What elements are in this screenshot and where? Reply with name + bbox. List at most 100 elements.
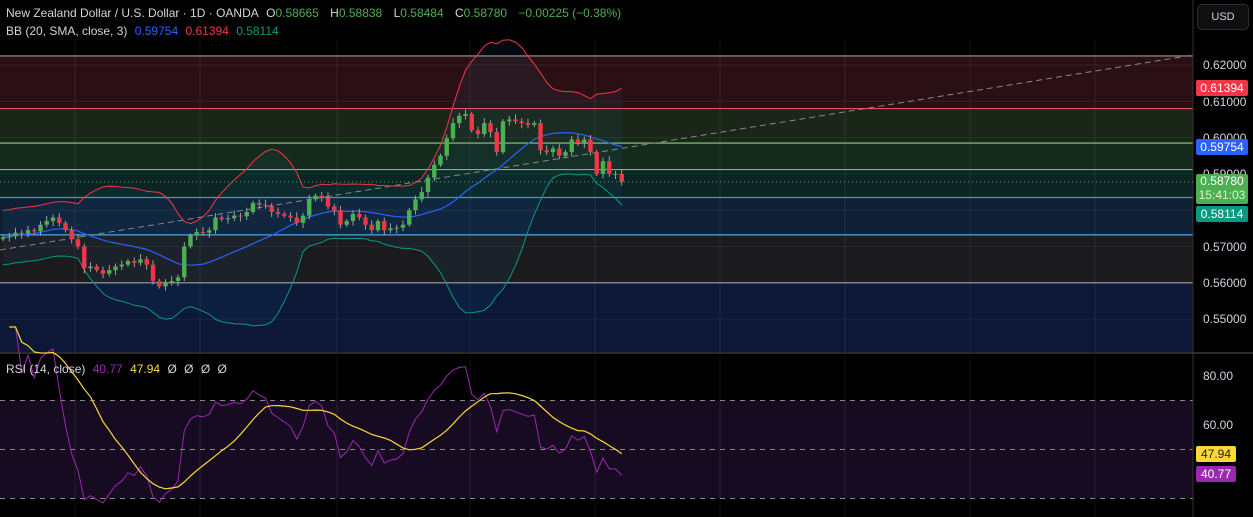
close-label: C	[455, 6, 464, 20]
bb-basis-badge: 0.59754	[1196, 139, 1248, 155]
candle-body	[63, 222, 68, 231]
candle-body	[482, 123, 487, 134]
candle-body	[32, 230, 37, 232]
candle-body	[619, 173, 624, 182]
candle-body	[357, 213, 362, 218]
candle-body	[225, 218, 231, 220]
candle-body	[94, 266, 99, 271]
candle-body	[57, 217, 62, 223]
candle-body	[19, 232, 24, 234]
candle-body	[400, 224, 406, 228]
candle-body	[38, 224, 43, 232]
candle-body	[382, 221, 387, 231]
candle-body	[0, 237, 6, 240]
candle-body	[169, 280, 174, 283]
candle-body	[438, 155, 443, 165]
candle-body	[163, 282, 168, 287]
low-value: L0.58484	[394, 6, 448, 20]
candle-body	[457, 115, 462, 124]
high-value: H0.58838	[330, 6, 386, 20]
candle-body	[350, 213, 356, 222]
candle-body	[150, 264, 156, 281]
rsi-extra: Ø	[167, 362, 177, 376]
candle-body	[88, 266, 93, 269]
candle-body	[538, 123, 543, 151]
candle-body	[188, 235, 193, 247]
candle-body	[344, 221, 349, 225]
candle-body	[307, 199, 312, 216]
candle-body	[494, 132, 499, 153]
candle-body	[500, 121, 506, 153]
rsi-label: RSI (14, close)	[6, 362, 86, 376]
bb-lower-badge: 0.58114	[1196, 206, 1248, 222]
symbol-title: New Zealand Dollar / U.S. Dollar · 1D · …	[6, 6, 259, 20]
candle-body	[432, 164, 437, 178]
bb-legend[interactable]: BB (20, SMA, close, 3) 0.59754 0.61394 0…	[6, 24, 283, 38]
candle-body	[413, 199, 418, 211]
candle-body	[594, 152, 599, 174]
candle-body	[550, 148, 556, 153]
chart-canvas[interactable]	[0, 0, 1253, 517]
high-number: 0.58838	[338, 6, 383, 20]
candle-body	[450, 123, 456, 139]
candle-body	[238, 215, 243, 217]
last-price: 0.58780	[1200, 174, 1244, 188]
candle-body	[563, 152, 568, 156]
candle-body	[44, 221, 49, 225]
candle-body	[282, 213, 287, 216]
candle-body	[144, 259, 149, 265]
rsi-badge: 40.77	[1196, 466, 1236, 482]
price-tick: 0.61000	[1203, 95, 1247, 109]
rsi-extra: Ø	[217, 362, 227, 376]
candle-body	[319, 195, 324, 198]
rsi-extra: Ø	[184, 362, 194, 376]
candle-body	[269, 205, 274, 213]
candle-body	[425, 177, 431, 193]
bb-lower: 0.58114	[236, 24, 279, 38]
open-number: 0.58665	[275, 6, 319, 20]
candle-body	[469, 114, 474, 131]
rsi-legend[interactable]: RSI (14, close) 40.77 47.94 Ø Ø Ø Ø	[6, 362, 231, 376]
candle-body	[575, 139, 581, 144]
candle-body	[182, 246, 187, 278]
close-number: 0.58780	[463, 6, 508, 20]
candle-body	[125, 261, 131, 265]
candle-body	[513, 119, 518, 122]
candle-body	[419, 192, 424, 200]
candle-body	[363, 217, 368, 225]
candle-body	[7, 236, 12, 238]
candle-body	[257, 202, 262, 205]
candle-body	[288, 215, 293, 218]
candle-body	[200, 231, 206, 233]
candle-body	[107, 270, 112, 274]
candle-body	[407, 210, 412, 225]
candle-body	[375, 221, 381, 231]
candle-body	[607, 161, 612, 174]
candle-body	[300, 215, 306, 223]
candle-body	[219, 217, 224, 220]
bb-label: BB (20, SMA, close, 3)	[6, 24, 128, 38]
change-value: −0.00225 (−0.38%)	[518, 6, 622, 20]
currency-button[interactable]: USD	[1197, 4, 1249, 30]
price-tick: 0.62000	[1203, 58, 1247, 72]
rsi-value: 40.77	[92, 362, 123, 376]
candle-body	[569, 139, 574, 153]
candle-body	[194, 231, 199, 236]
bar-countdown: 15:41:03	[1198, 188, 1246, 202]
candle-body	[532, 123, 537, 125]
candle-body	[275, 212, 281, 214]
candle-body	[463, 114, 468, 116]
candle-body	[369, 224, 374, 231]
candle-body	[388, 228, 393, 231]
candle-body	[263, 204, 268, 206]
rsi-tick: 80.00	[1203, 369, 1234, 383]
last-price-badge: 0.58780 15:41:03	[1196, 174, 1248, 204]
rsi-ma-badge: 47.94	[1196, 446, 1236, 462]
candle-body	[113, 266, 118, 271]
high-label: H	[330, 6, 339, 20]
rsi-ma-value: 47.94	[130, 362, 161, 376]
candle-body	[525, 123, 531, 125]
price-tick: 0.55000	[1203, 312, 1247, 326]
candle-body	[250, 202, 256, 213]
candle-body	[325, 197, 331, 207]
